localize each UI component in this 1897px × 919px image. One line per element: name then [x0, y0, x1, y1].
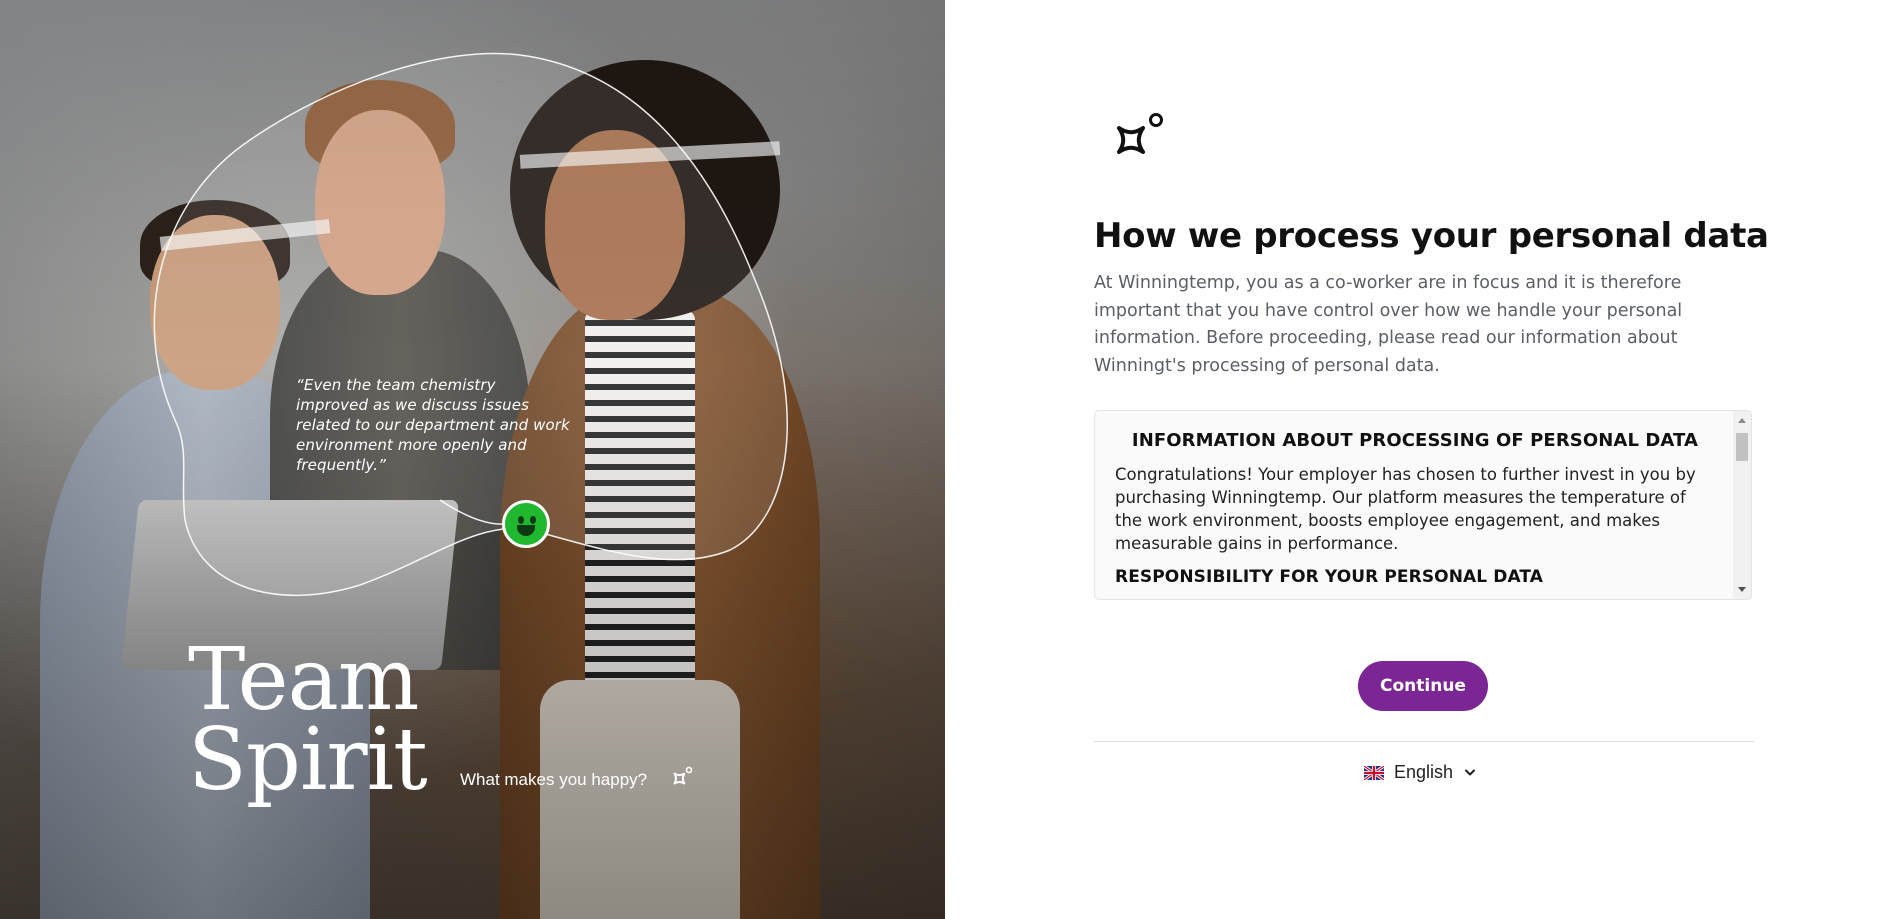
hero-tagline: What makes you happy?	[460, 770, 648, 789]
intro-text: At Winningtemp, you as a co-worker are i…	[1094, 273, 1683, 376]
consent-page: “Even the team chemistry improved as we …	[0, 0, 1897, 919]
hero-title-line: Team	[188, 630, 419, 730]
scroll-thumb[interactable]	[1736, 433, 1748, 461]
privacy-info-scrollbar[interactable]	[1733, 411, 1751, 599]
sparkle-icon	[673, 766, 693, 785]
privacy-info-subheading: RESPONSIBILITY FOR YOUR PERSONAL DATA	[1115, 567, 1544, 587]
privacy-info-heading: INFORMATION ABOUT PROCESSING OF PERSONAL…	[1131, 430, 1699, 451]
privacy-info-paragraph: Congratulations! Your employer has chose…	[1115, 465, 1696, 553]
hero-panel: “Even the team chemistry improved as we …	[0, 0, 945, 919]
winningtemp-logo-icon	[1116, 113, 1163, 155]
uk-flag-icon	[1364, 765, 1384, 780]
scroll-up-arrow-icon[interactable]	[1738, 418, 1746, 423]
hero-title-line: Spirit	[188, 710, 428, 810]
chevron-down-icon	[1465, 769, 1476, 775]
hero-title: Team Spirit	[188, 630, 428, 810]
hero-quote: “Even the team chemistry improved as we …	[296, 376, 570, 474]
privacy-info-content: INFORMATION ABOUT PROCESSING OF PERSONAL…	[1115, 411, 1715, 587]
scroll-down-arrow-icon[interactable]	[1738, 587, 1746, 592]
language-selector[interactable]: English	[1364, 762, 1476, 783]
continue-button[interactable]: Continue	[1358, 661, 1488, 711]
language-label: English	[1394, 762, 1454, 782]
page-title: How we process your personal data	[1094, 216, 1769, 256]
divider	[1094, 741, 1754, 742]
smiley-icon	[502, 500, 550, 548]
privacy-info-scrollbox[interactable]: INFORMATION ABOUT PROCESSING OF PERSONAL…	[1094, 410, 1752, 600]
